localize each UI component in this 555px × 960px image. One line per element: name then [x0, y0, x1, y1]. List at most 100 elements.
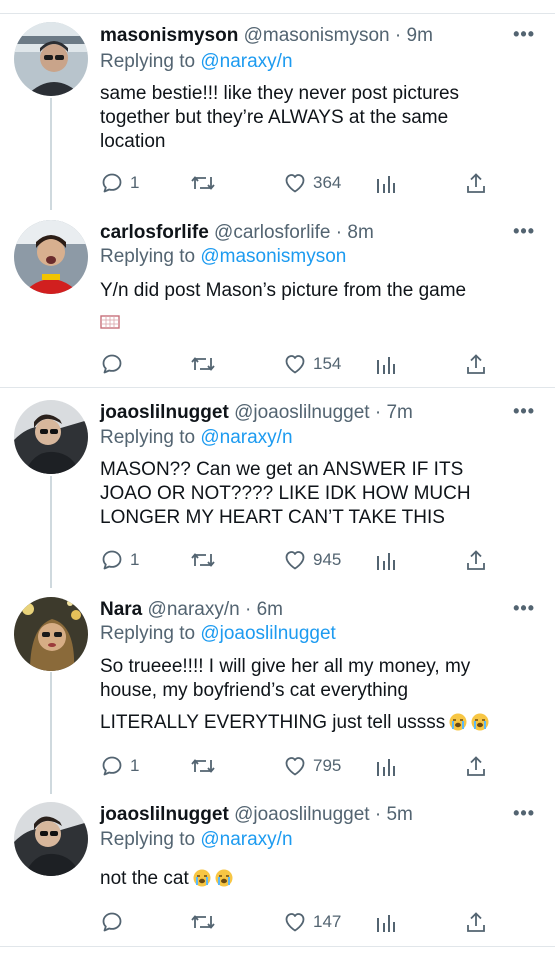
replying-to-mention[interactable]: @masonismyson [200, 246, 346, 267]
retweet-button[interactable] [190, 168, 216, 198]
replying-to-mention[interactable]: @naraxy/n [200, 427, 292, 448]
bottom-divider [0, 946, 555, 947]
tweet-joaoslilnugget[interactable]: joaoslilnugget @joaoslilnugget · 7m ••• … [0, 388, 555, 588]
replying-to-label: Replying to [100, 51, 196, 72]
reply-button[interactable]: 1 [100, 168, 139, 198]
retweet-button[interactable] [190, 349, 216, 379]
heart-icon [285, 757, 305, 776]
avatar[interactable] [14, 400, 88, 474]
reply-icon [102, 173, 122, 193]
analytics-button[interactable] [375, 349, 397, 379]
reply-button[interactable] [100, 907, 130, 937]
loudly-crying-face-emoji [449, 713, 467, 731]
reply-icon [102, 550, 122, 570]
tweet-joaoslilnugget-reply[interactable]: joaoslilnugget @joaoslilnugget · 5m ••• … [0, 794, 555, 946]
avatar[interactable] [14, 597, 88, 671]
reply-icon [102, 756, 122, 776]
like-button[interactable]: 364 [283, 168, 341, 198]
author-name[interactable]: carlosforlife [100, 222, 209, 243]
retweet-icon [191, 915, 215, 929]
action-bar: 1 945 [100, 545, 520, 575]
more-icon[interactable]: ••• [513, 596, 535, 620]
author-handle[interactable]: @naraxy/n [148, 599, 240, 620]
timestamp[interactable]: · 8m [336, 222, 374, 243]
reply-icon [102, 354, 122, 374]
share-button[interactable] [465, 545, 487, 575]
author-handle[interactable]: @joaoslilnugget [234, 402, 370, 423]
retweet-icon [191, 176, 215, 190]
avatar[interactable] [14, 22, 88, 96]
share-button[interactable] [465, 349, 487, 379]
more-icon[interactable]: ••• [513, 801, 535, 825]
replying-to-mention[interactable]: @joaoslilnugget [200, 623, 336, 644]
author-handle[interactable]: @joaoslilnugget [234, 804, 370, 825]
like-count: 147 [313, 912, 342, 931]
text-line: JOAO OR NOT???? LIKE IDK HOW MUCH [100, 483, 471, 504]
replying-to-mention[interactable]: @naraxy/n [200, 829, 292, 850]
avatar[interactable] [14, 802, 88, 876]
more-icon[interactable]: ••• [513, 22, 535, 46]
share-icon [467, 354, 485, 374]
reply-count: 1 [130, 756, 140, 775]
retweet-button[interactable] [190, 545, 216, 575]
tweet-nara[interactable]: Nara @naraxy/n · 6m ••• Replying to @joa… [0, 588, 555, 794]
analytics-button[interactable] [375, 545, 397, 575]
tweet-text: same bestie!!! like they never post pict… [100, 82, 520, 154]
reply-icon [102, 912, 122, 932]
share-button[interactable] [465, 168, 487, 198]
author-name[interactable]: Nara [100, 599, 142, 620]
share-icon [467, 912, 485, 932]
timestamp[interactable]: · 6m [245, 599, 283, 620]
author-handle[interactable]: @masonismyson [244, 25, 390, 46]
action-bar: 1 795 [100, 751, 520, 781]
author-name[interactable]: joaoslilnugget [100, 402, 229, 423]
tweet-text: MASON?? Can we get an ANSWER IF ITS JOAO… [100, 458, 520, 530]
text-line: LONGER MY HEART CAN’T TAKE THIS [100, 507, 445, 528]
avatar[interactable] [14, 220, 88, 294]
author-name[interactable]: joaoslilnugget [100, 804, 229, 825]
text-line: So trueee!!!! I will give her all my mon… [100, 656, 471, 677]
more-icon[interactable]: ••• [513, 219, 535, 243]
loudly-crying-face-emoji [471, 713, 489, 731]
reply-button[interactable]: 1 [100, 545, 139, 575]
reply-button[interactable] [100, 349, 130, 379]
action-bar: 154 [100, 349, 520, 379]
loudly-crying-face-emoji [215, 869, 233, 887]
share-button[interactable] [465, 907, 487, 937]
author-handle[interactable]: @carlosforlife [214, 222, 330, 243]
share-button[interactable] [465, 751, 487, 781]
tweet-text: So trueee!!!! I will give her all my mon… [100, 655, 520, 735]
like-button[interactable]: 147 [283, 907, 341, 937]
analytics-button[interactable] [375, 168, 397, 198]
thread-line [50, 476, 52, 588]
author-name[interactable]: masonismyson [100, 25, 238, 46]
like-button[interactable]: 945 [283, 545, 341, 575]
tweet-text: not the cat [100, 867, 520, 891]
tweet-masonismyson[interactable]: masonismyson @masonismyson · 9m ••• Repl… [0, 0, 555, 210]
reply-button[interactable]: 1 [100, 751, 139, 781]
timestamp[interactable]: · 9m [395, 25, 433, 46]
tweet-carlosforlife[interactable]: carlosforlife @carlosforlife · 8m ••• Re… [0, 210, 555, 388]
timestamp[interactable]: · 7m [375, 402, 413, 423]
analytics-icon [377, 915, 395, 932]
more-icon[interactable]: ••• [513, 399, 535, 423]
action-bar: 1 364 [100, 168, 520, 198]
analytics-button[interactable] [375, 751, 397, 781]
like-button[interactable]: 154 [283, 349, 341, 379]
analytics-icon [377, 553, 395, 570]
text-line: location [100, 131, 166, 152]
tweet-text: Y/n did post Mason’s picture from the ga… [100, 279, 520, 303]
like-button[interactable]: 795 [283, 751, 341, 781]
share-icon [467, 756, 485, 776]
retweet-button[interactable] [190, 907, 216, 937]
reply-count: 1 [130, 550, 140, 569]
replying-to-mention[interactable]: @naraxy/n [200, 51, 292, 72]
reply-count: 1 [130, 173, 140, 192]
timestamp[interactable]: · 5m [375, 804, 413, 825]
like-count: 364 [313, 173, 342, 192]
retweet-button[interactable] [190, 751, 216, 781]
text-line: same bestie!!! like they never post pict… [100, 83, 460, 104]
analytics-button[interactable] [375, 907, 397, 937]
heart-icon [285, 355, 305, 374]
replying-to-label: Replying to [100, 427, 196, 448]
